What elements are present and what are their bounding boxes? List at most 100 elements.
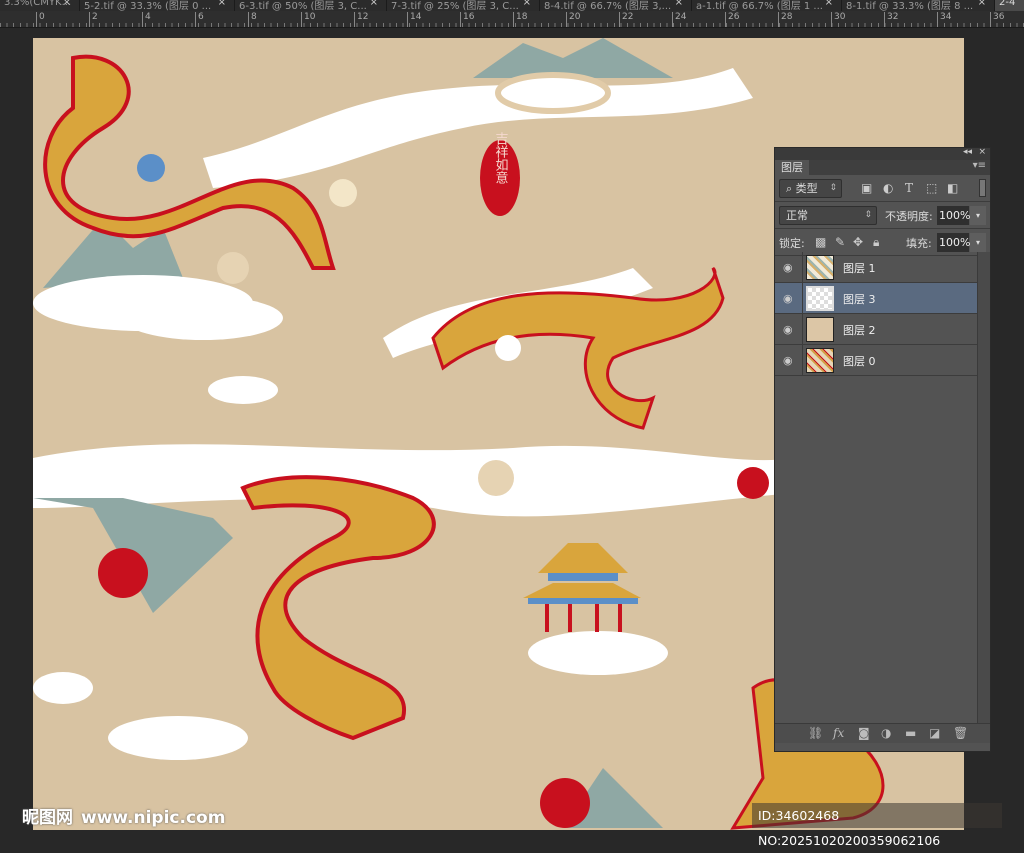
ruler-label: 0	[36, 12, 45, 27]
flower	[329, 179, 357, 207]
search-icon: ⌕	[786, 182, 793, 195]
close-tab-icon[interactable]: ×	[675, 0, 683, 8]
watermark-left: 昵图网 www.nipic.com	[22, 808, 226, 828]
layer-row[interactable]: ◉ 图层 1	[775, 252, 978, 283]
ruler-label: 18	[513, 12, 527, 27]
document-tab-active[interactable]: 2-4	[995, 0, 1024, 11]
close-tab-icon[interactable]: ×	[370, 0, 378, 8]
fill-input[interactable]: 100%	[937, 233, 970, 252]
lock-all-icon[interactable]: 🔒︎	[873, 235, 879, 250]
cloud	[108, 716, 248, 760]
link-layers-icon[interactable]: ⛓︎	[808, 726, 823, 740]
adjustment-layer-filter-icon[interactable]: ◐	[883, 181, 893, 195]
ruler-label: 16	[460, 12, 474, 27]
visibility-eye-icon[interactable]: ◉	[783, 292, 793, 305]
layer-row[interactable]: ◉ 图层 0	[775, 345, 978, 376]
visibility-eye-icon[interactable]: ◉	[783, 323, 793, 336]
ruler-label: 12	[354, 12, 368, 27]
ruler-label: 10	[301, 12, 315, 27]
ruler-label: 26	[725, 12, 739, 27]
panel-header: ◂◂ ×	[775, 147, 990, 160]
ruler-label: 36	[990, 12, 1004, 27]
seal-text: 吉祥如意	[493, 132, 509, 184]
document-tab[interactable]: 7-3.tif @ 25% (图层 3, C... ×	[387, 0, 540, 11]
filter-row: ⌕ 类型 ⇕ ▣ ◐ T ⬚ ◧	[775, 175, 990, 202]
blend-mode-select[interactable]: 正常 ⇕	[779, 206, 877, 225]
dragon	[431, 266, 725, 430]
layers-list: ◉ 图层 1 ◉ 图层 3 ◉ 图层 2 ◉ 图层 0	[775, 252, 978, 376]
document-tab[interactable]: 6-3.tif @ 50% (图层 3, C... ×	[235, 0, 387, 11]
close-tab-icon[interactable]: ×	[523, 0, 531, 8]
shape-layer-filter-icon[interactable]: ⬚	[926, 181, 937, 195]
flower	[478, 460, 514, 496]
new-group-folder-icon[interactable]: ▬	[905, 726, 916, 740]
lock-label: 锁定:	[779, 237, 805, 250]
flower	[737, 467, 769, 499]
document-tab[interactable]: 3.3%(CMYK... ×	[0, 0, 80, 11]
flower	[137, 154, 165, 182]
panel-menu-icon[interactable]: ▾≡	[973, 160, 986, 171]
type-layer-filter-icon[interactable]: T	[905, 181, 913, 195]
layer-row-selected[interactable]: ◉ 图层 3	[775, 283, 978, 314]
opacity-label: 不透明度:	[885, 210, 933, 223]
smart-object-filter-icon[interactable]: ◧	[947, 181, 958, 195]
delete-trash-icon[interactable]: 🗑︎	[953, 726, 968, 740]
document-tab[interactable]: a-1.tif @ 66.7% (图层 1 ... ×	[692, 0, 842, 11]
opacity-input[interactable]: 100%	[937, 206, 970, 225]
cloud	[208, 376, 278, 404]
ruler-label: 4	[142, 12, 151, 27]
layer-thumbnail	[806, 255, 834, 280]
ruler-label: 2	[89, 12, 98, 27]
close-tab-icon[interactable]: ×	[978, 0, 986, 8]
add-mask-icon[interactable]: ◙	[858, 726, 870, 740]
document-tab[interactable]: 8-4.tif @ 66.7% (图层 3,... ×	[540, 0, 692, 11]
adjustment-layer-icon[interactable]: ◑	[881, 726, 891, 740]
ruler-label: 24	[672, 12, 686, 27]
ruler-label: 32	[884, 12, 898, 27]
close-tab-icon[interactable]: ×	[218, 0, 226, 8]
layer-row[interactable]: ◉ 图层 2	[775, 314, 978, 345]
layer-thumbnail	[806, 317, 834, 342]
lock-position-move-icon[interactable]: ✥	[853, 235, 863, 249]
visibility-eye-icon[interactable]: ◉	[783, 354, 793, 367]
document-tab[interactable]: 8-1.tif @ 33.3% (图层 8 ... ×	[842, 0, 995, 11]
horizontal-ruler[interactable]: 0 2 4 6 8 10 12 14 16 18 20 22 24 26 28 30 32 34 36	[0, 11, 1024, 28]
panel-footer: ⛓︎ fx ◙ ◑ ▬ ◪ 🗑︎	[775, 723, 990, 743]
new-layer-icon[interactable]: ◪	[929, 726, 940, 740]
close-tab-icon[interactable]: ×	[63, 0, 71, 8]
cloud	[33, 672, 93, 704]
cloud	[123, 296, 283, 340]
ruler-label: 22	[619, 12, 633, 27]
visibility-eye-icon[interactable]: ◉	[783, 261, 793, 274]
ruler-ticks	[0, 23, 1024, 27]
close-tab-icon[interactable]: ×	[825, 0, 833, 8]
fx-icon[interactable]: fx	[833, 726, 844, 740]
ruler-label: 20	[566, 12, 580, 27]
fill-dropdown[interactable]: ▾	[970, 233, 986, 252]
layers-scrollbar[interactable]	[977, 252, 990, 727]
document-tab[interactable]: 5-2.tif @ 33.3% (图层 0 ... ×	[80, 0, 235, 11]
filter-type-select[interactable]: ⌕ 类型 ⇕	[779, 179, 842, 198]
flower	[495, 335, 521, 361]
tab-layers[interactable]: 图层	[775, 160, 809, 175]
blend-row: 正常 ⇕ 不透明度: 100% ▾	[775, 202, 990, 229]
ruler-label: 8	[248, 12, 257, 27]
pixel-layer-filter-icon[interactable]: ▣	[861, 181, 872, 195]
cloud-band	[203, 68, 753, 188]
layer-thumbnail	[806, 348, 834, 373]
cloud	[528, 631, 668, 675]
watermark-id: ID:34602468 NO:20251020200359062106	[752, 803, 1002, 848]
layer-thumbnail	[806, 286, 834, 311]
dragon	[240, 475, 436, 741]
lock-transparent-icon[interactable]: ▩	[815, 235, 826, 249]
ruler-label: 34	[937, 12, 951, 27]
fill-label: 填充:	[906, 237, 932, 250]
layers-panel: ◂◂ × 图层 ▾≡ ⌕ 类型 ⇕ ▣ ◐ T ⬚ ◧ 正常 ⇕ 不透明度: 100…	[774, 147, 991, 752]
filter-toggle[interactable]	[979, 179, 986, 197]
lock-image-brush-icon[interactable]: ✎	[835, 235, 845, 249]
ruler-label: 28	[778, 12, 792, 27]
collapse-icon[interactable]: ◂◂	[963, 147, 972, 157]
document-tabs: 3.3%(CMYK... × 5-2.tif @ 33.3% (图层 0 ... ×…	[0, 0, 1024, 11]
opacity-dropdown[interactable]: ▾	[970, 206, 986, 225]
close-icon[interactable]: ×	[978, 147, 986, 157]
